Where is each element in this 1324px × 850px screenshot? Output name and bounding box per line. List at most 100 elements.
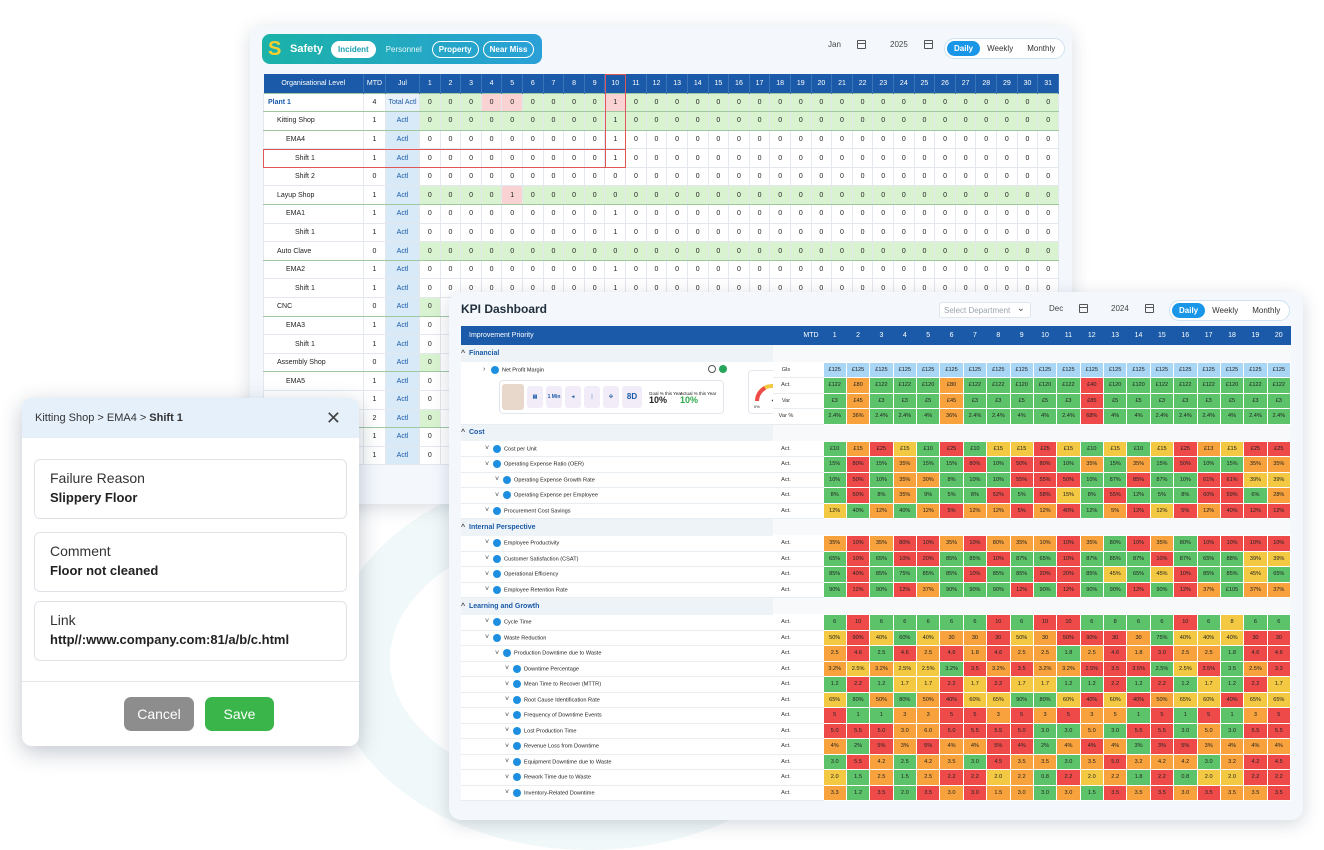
kpi-name-cell[interactable]: ˅ Inventory-Related Downtime — [461, 785, 773, 801]
day-cell[interactable]: 0 — [419, 371, 441, 391]
day-cell[interactable]: 0 — [831, 185, 853, 206]
day-cell[interactable]: 0 — [419, 129, 441, 150]
kpi-row[interactable]: ˅ Procurement Cost Savings Act. 12% 40% 12% 40… — [461, 502, 1292, 519]
kpi-value-cell[interactable]: £3 — [892, 392, 918, 409]
day-cell[interactable]: 0 — [728, 111, 750, 131]
kpi-value-cell[interactable]: £25 — [1266, 440, 1292, 457]
kpi-value-cell[interactable]: 3.5 — [1102, 660, 1128, 677]
tab-incident[interactable]: Incident — [331, 40, 376, 58]
department-select[interactable]: Select Department — [939, 302, 1031, 318]
eight-d-badge[interactable]: 8D — [622, 386, 642, 408]
kpi-value-cell[interactable]: 12% — [869, 502, 894, 519]
chevron-down-icon[interactable]: ˅ — [485, 618, 493, 625]
day-cell[interactable]: 0 — [439, 185, 462, 206]
kpi-name-cell[interactable]: ˅ Customer Satisfaction (CSAT) — [461, 551, 773, 567]
kpi-value-cell[interactable]: 85% — [869, 566, 894, 583]
kpi-value-cell[interactable]: £125 — [869, 361, 894, 378]
info-icon[interactable] — [491, 366, 499, 374]
kpi-value-cell[interactable]: 3% — [892, 738, 918, 755]
kpi-name-cell[interactable]: ˅ Production Downtime due to Waste — [461, 645, 773, 662]
kpi-value-cell[interactable]: 4% — [939, 738, 964, 755]
kpi-value-cell[interactable]: 4% — [1102, 738, 1128, 755]
day-cell[interactable]: 0 — [893, 222, 915, 243]
kpi-value-cell[interactable]: 2.4% — [986, 408, 1011, 425]
chevron-down-icon[interactable]: ˅ — [505, 774, 513, 781]
day-cell[interactable]: 0 — [975, 166, 998, 187]
kpi-value-cell[interactable]: 45% — [1102, 566, 1128, 583]
kpi-value-cell[interactable]: 12% — [1009, 581, 1034, 598]
kpi-value-cell[interactable]: 8% — [869, 487, 894, 504]
kpi-value-cell[interactable]: 20% — [915, 550, 941, 567]
day-cell[interactable]: 0 — [954, 111, 977, 131]
kpi-value-cell[interactable]: 6 — [915, 614, 941, 631]
kpi-value-cell[interactable]: 10% — [1196, 456, 1221, 473]
kpi-value-cell[interactable]: 80% — [1032, 456, 1058, 473]
kpi-value-cell[interactable]: 10 — [986, 614, 1011, 631]
kpi-value-cell[interactable]: £3 — [1056, 392, 1081, 409]
kpi-value-cell[interactable]: 5.5 — [962, 722, 988, 739]
kpi-value-cell[interactable]: 3 — [986, 707, 1011, 724]
chevron-down-icon[interactable]: ˅ — [485, 539, 493, 546]
kpi-value-cell[interactable]: 12% — [915, 502, 941, 519]
kpi-value-cell[interactable]: 3.5 — [1126, 784, 1151, 801]
kpi-value-cell[interactable]: 12% — [1196, 502, 1221, 519]
kpi-value-cell[interactable]: 4% — [1219, 738, 1245, 755]
day-cell[interactable]: 0 — [563, 166, 585, 187]
day-cell[interactable]: 0 — [645, 92, 668, 113]
kpi-value-cell[interactable]: 1.2 — [822, 676, 847, 693]
day-cell[interactable]: 0 — [975, 204, 998, 224]
kpi-value-cell[interactable]: 4.6 — [1266, 645, 1292, 662]
kpi-value-cell[interactable]: 10% — [1056, 456, 1081, 473]
kpi-value-cell[interactable]: 4% — [1079, 738, 1105, 755]
day-cell[interactable]: 0 — [975, 148, 998, 168]
kpi-value-cell[interactable]: £125 — [1266, 361, 1292, 378]
kpi-value-cell[interactable]: £15 — [892, 440, 918, 457]
day-cell[interactable]: 0 — [542, 259, 565, 280]
day-cell[interactable]: 0 — [789, 241, 812, 261]
day-cell[interactable]: 0 — [419, 408, 441, 429]
day-cell[interactable]: 0 — [625, 204, 647, 224]
kpi-value-cell[interactable]: 4% — [1126, 408, 1151, 425]
kpi-row[interactable]: ˅ Equipment Downtime due to Waste Act. 3.0 5… — [461, 753, 1292, 770]
kpi-row[interactable]: ˅ Employee Productivity Act. 35% 10% 35% 80% 10… — [461, 535, 1292, 552]
kpi-value-cell[interactable]: 3.5 — [1243, 784, 1268, 801]
day-cell[interactable]: 0 — [975, 241, 998, 261]
kpi-value-cell[interactable]: 50% — [1056, 471, 1081, 488]
kpi-value-cell[interactable]: 10% — [962, 566, 988, 583]
day-cell[interactable]: 0 — [975, 259, 998, 280]
kpi-value-cell[interactable]: 39% — [1266, 550, 1292, 567]
kpi-value-cell[interactable]: £10 — [962, 440, 988, 457]
kpi-value-cell[interactable]: 4.6 — [939, 645, 964, 662]
kpi-value-cell[interactable]: 5% — [1009, 487, 1034, 504]
day-cell[interactable]: 0 — [707, 204, 730, 224]
day-cell[interactable]: 0 — [583, 259, 606, 280]
kpi-value-cell[interactable]: 3.0 — [1056, 722, 1081, 739]
kpi-value-cell[interactable]: 6 — [1196, 614, 1221, 631]
kpi-value-cell[interactable]: 12% — [892, 581, 918, 598]
kpi-value-cell[interactable]: 2.4% — [1149, 408, 1175, 425]
row-label[interactable]: Plant 1 — [263, 92, 364, 113]
day-cell[interactable]: 0 — [686, 241, 709, 261]
kpi-value-cell[interactable]: 2.2 — [1149, 769, 1175, 786]
comment-field[interactable]: Comment Floor not cleaned — [34, 532, 347, 592]
kpi-value-cell[interactable]: 1.2 — [1219, 676, 1245, 693]
kpi-row[interactable]: ˅ Mean Time to Recover (MTTR) Act. 1.2 2.2 1.… — [461, 676, 1292, 693]
kpi-value-cell[interactable]: 37% — [1243, 581, 1268, 598]
day-cell[interactable]: 0 — [831, 259, 853, 280]
chevron-down-icon[interactable]: ˅ — [485, 571, 493, 578]
kpi-value-cell[interactable]: 3 — [1243, 707, 1268, 724]
kpi-value-cell[interactable]: 2.5% — [845, 660, 871, 677]
kpi-value-cell[interactable]: 12% — [1126, 502, 1151, 519]
day-cell[interactable]: 0 — [872, 185, 895, 206]
kpi-value-cell[interactable]: 5% — [915, 738, 941, 755]
chevron-up-icon[interactable]: ^ — [461, 603, 469, 610]
kpi-value-cell[interactable]: 85% — [939, 566, 964, 583]
kpi-value-cell[interactable]: 85% — [1079, 566, 1105, 583]
kpi-value-cell[interactable]: £15 — [845, 440, 871, 457]
day-cell[interactable]: 0 — [583, 111, 606, 131]
kpi-value-cell[interactable]: 3.0 — [1102, 722, 1128, 739]
kpi-value-cell[interactable]: 90% — [1102, 581, 1128, 598]
kpi-value-cell[interactable]: 10% — [1079, 471, 1105, 488]
kpi-value-cell[interactable]: 9% — [915, 487, 941, 504]
day-cell[interactable]: 0 — [851, 129, 874, 150]
